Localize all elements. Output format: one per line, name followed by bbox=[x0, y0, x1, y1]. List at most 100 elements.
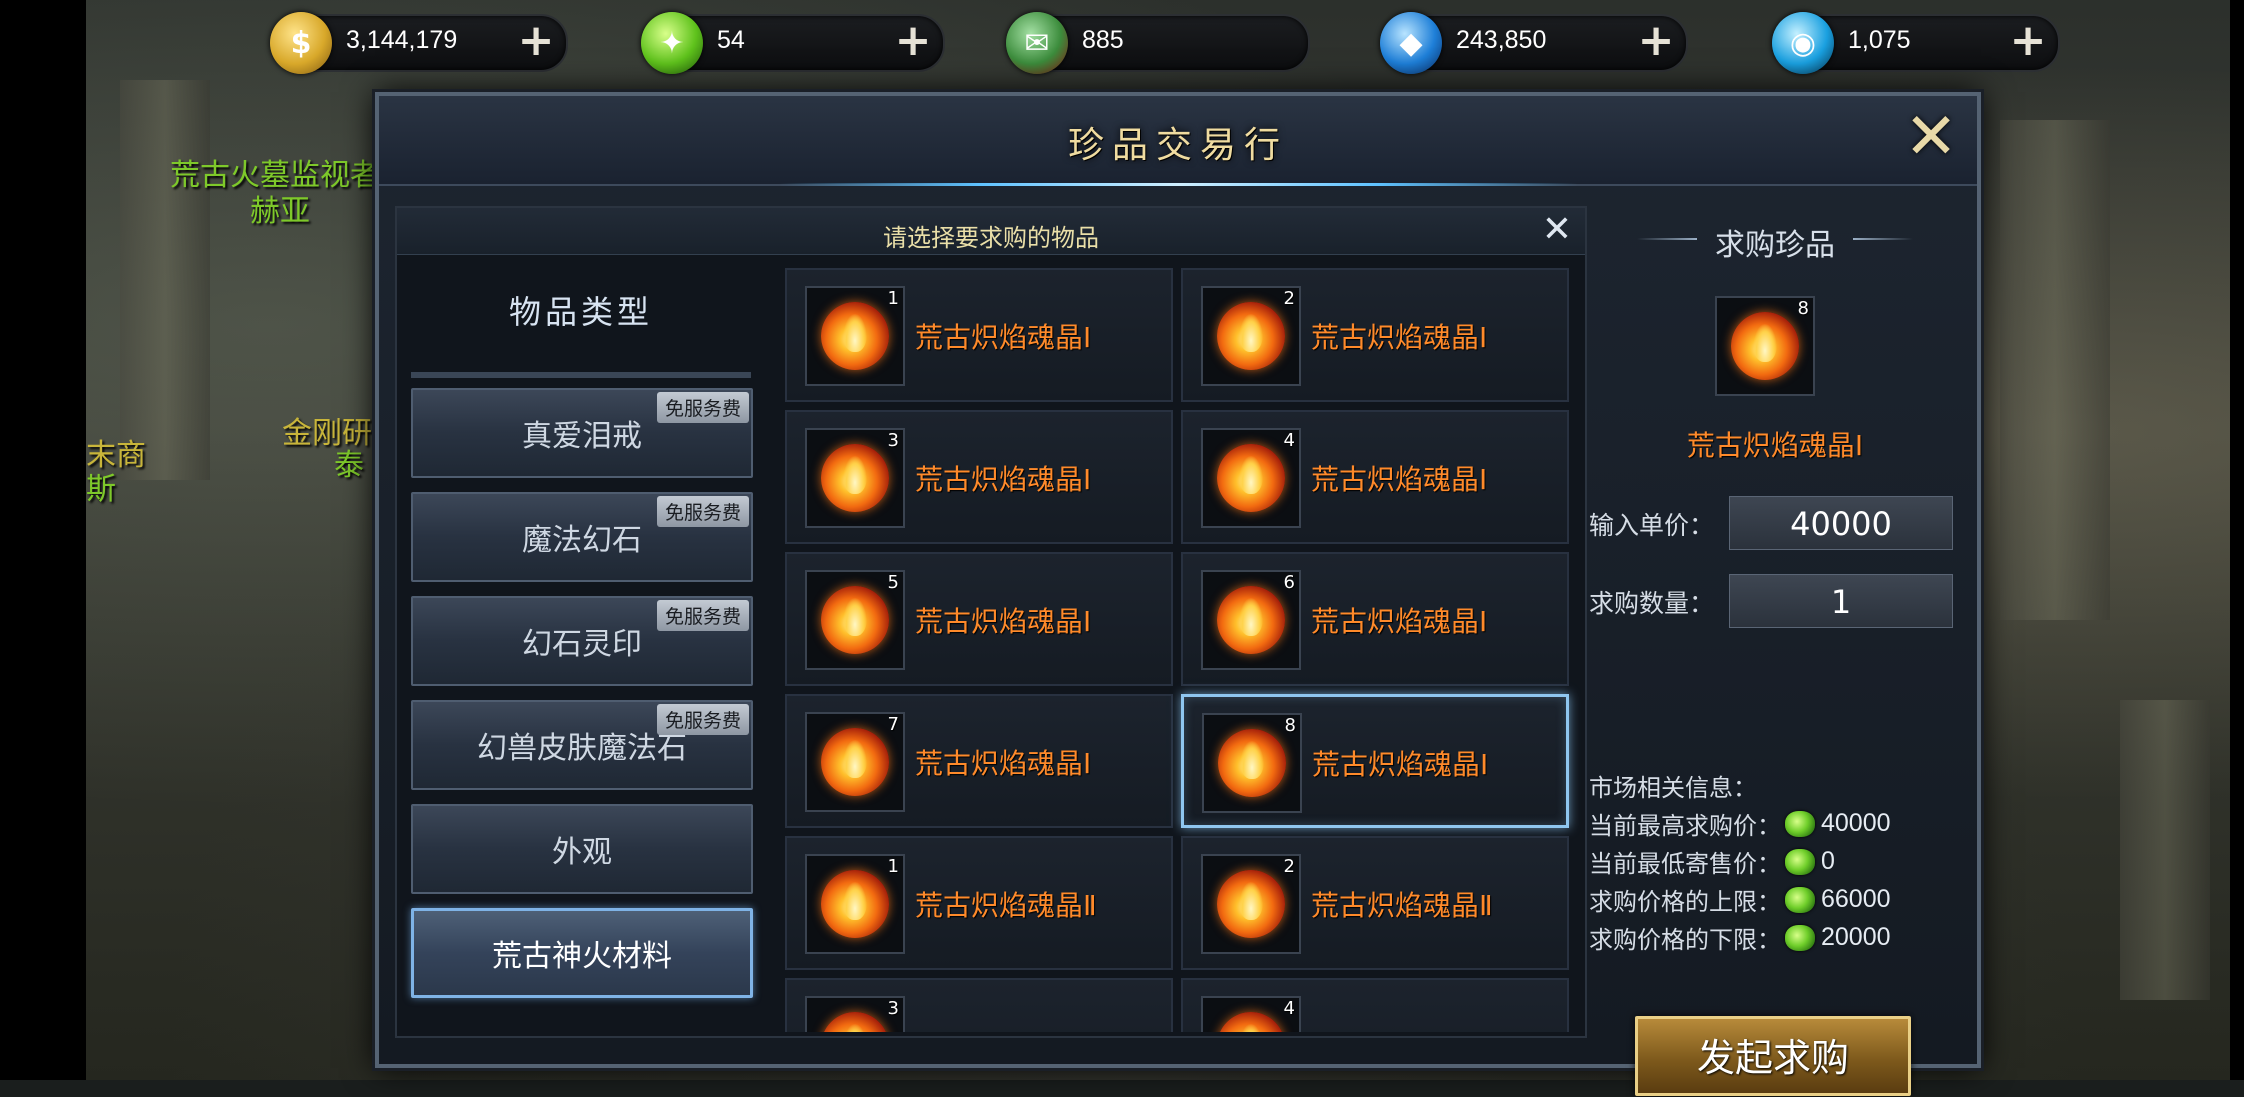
category-appearance[interactable]: 外观 bbox=[411, 804, 753, 894]
item-name: 荒古炽焰魂晶Ⅱ bbox=[915, 889, 1097, 922]
quantity-input[interactable]: 1 bbox=[1729, 574, 1953, 628]
fee-free-badge: 免服务费 bbox=[656, 392, 749, 423]
item-card[interactable]: 2 荒古炽焰魂晶Ⅰ bbox=[1181, 268, 1569, 402]
market-info-value: 20000 bbox=[1821, 923, 1891, 951]
item-name: 荒古炽焰魂晶Ⅰ bbox=[915, 747, 1092, 780]
add-currency-button[interactable]: + bbox=[516, 19, 556, 63]
item-name: 荒古炽焰魂晶Ⅰ bbox=[1312, 748, 1489, 781]
add-currency-button[interactable]: + bbox=[893, 19, 933, 63]
item-card[interactable]: 7 荒古炽焰魂晶Ⅰ bbox=[785, 694, 1173, 828]
close-selection-button[interactable]: ✕ bbox=[1539, 212, 1575, 248]
item-card[interactable]: 5 荒古炽焰魂晶Ⅰ bbox=[785, 552, 1173, 686]
fire-orb-icon bbox=[1217, 586, 1285, 654]
fire-soul-crystal-icon: 1 bbox=[805, 854, 905, 954]
green-gem-icon bbox=[1785, 848, 1815, 875]
fire-orb-icon bbox=[1217, 302, 1285, 370]
category-header: 物品类型 bbox=[411, 262, 751, 378]
item-card[interactable]: 2 荒古炽焰魂晶Ⅱ bbox=[1181, 836, 1569, 970]
unit-price-input[interactable]: 40000 bbox=[1729, 496, 1953, 550]
fire-soul-crystal-icon: 3 bbox=[805, 996, 905, 1032]
item-card-selected[interactable]: 8 荒古炽焰魂晶Ⅰ bbox=[1181, 694, 1569, 828]
title-ornament-right bbox=[1853, 238, 1913, 240]
item-name: 荒古炽焰魂晶Ⅰ bbox=[1311, 463, 1488, 496]
fire-soul-crystal-icon: 2 bbox=[1201, 286, 1301, 386]
blue-swirl-icon: ◉ bbox=[1772, 12, 1834, 74]
item-card[interactable]: 4 荒古炽焰魂晶Ⅰ bbox=[1181, 410, 1569, 544]
fee-free-badge: 免服务费 bbox=[656, 496, 749, 527]
item-card[interactable]: 1 荒古炽焰魂晶Ⅱ bbox=[785, 836, 1173, 970]
price-label: 输入单价： bbox=[1589, 511, 1715, 540]
fire-soul-crystal-icon: 7 bbox=[805, 712, 905, 812]
item-grade: 1 bbox=[887, 288, 899, 309]
stone-pillar bbox=[120, 80, 210, 480]
item-name: 荒古炽焰魂晶Ⅰ bbox=[915, 321, 1092, 354]
item-card[interactable]: 4 bbox=[1181, 978, 1569, 1032]
fire-soul-crystal-icon: 3 bbox=[805, 428, 905, 528]
category-ancient-fire-materials[interactable]: 荒古神火材料 bbox=[411, 908, 753, 998]
fire-orb-icon bbox=[1217, 1012, 1285, 1032]
item-card[interactable]: 3 bbox=[785, 978, 1173, 1032]
category-pet-skin-stone[interactable]: 幻兽皮肤魔法石 免服务费 bbox=[411, 700, 753, 790]
item-grade: 8 bbox=[1797, 298, 1809, 319]
treasure-trading-dialog: 珍品交易行 ✕ 请选择要求购的物品 ✕ 物品类型 真爱泪戒 免服务费 魔法幻石 … bbox=[375, 92, 1981, 1096]
item-name: 荒古炽焰魂晶Ⅱ bbox=[1311, 889, 1493, 922]
item-card[interactable]: 6 荒古炽焰魂晶Ⅰ bbox=[1181, 552, 1569, 686]
fire-soul-crystal-icon: 1 bbox=[805, 286, 905, 386]
item-grade: 7 bbox=[887, 714, 899, 735]
add-currency-button[interactable]: + bbox=[1636, 19, 1676, 63]
selected-item-icon: 8 bbox=[1715, 296, 1815, 396]
gold-coin-icon: $ bbox=[270, 12, 332, 74]
item-grade: 2 bbox=[1283, 856, 1295, 877]
item-name: 荒古炽焰魂晶Ⅰ bbox=[915, 605, 1092, 638]
item-card[interactable]: 1 荒古炽焰魂晶Ⅰ bbox=[785, 268, 1173, 402]
dialog-header: 珍品交易行 ✕ bbox=[379, 96, 1977, 186]
quantity-label: 求购数量： bbox=[1589, 589, 1715, 618]
green-gem-icon bbox=[1785, 886, 1815, 913]
item-card[interactable]: 3 荒古炽焰魂晶Ⅰ bbox=[785, 410, 1173, 544]
submit-purchase-button[interactable]: 发起求购 bbox=[1635, 1016, 1911, 1096]
npc-name[interactable]: 赫亚 bbox=[250, 186, 310, 230]
blue-crystal-icon: ◆ bbox=[1380, 12, 1442, 74]
category-label: 魔法幻石 bbox=[522, 523, 642, 558]
screen-left-bar bbox=[0, 0, 86, 1080]
fire-orb-icon bbox=[821, 728, 889, 796]
item-grade: 3 bbox=[887, 430, 899, 451]
market-info-label: 求购价格的上限： bbox=[1589, 888, 1781, 916]
fire-soul-crystal-icon: 4 bbox=[1201, 996, 1301, 1032]
close-dialog-button[interactable]: ✕ bbox=[1899, 105, 1963, 172]
item-name: 荒古炽焰魂晶Ⅰ bbox=[915, 463, 1092, 496]
item-grade: 2 bbox=[1283, 288, 1295, 309]
screen-right-bar bbox=[2230, 0, 2244, 1080]
fire-soul-crystal-icon: 6 bbox=[1201, 570, 1301, 670]
market-info-label: 求购价格的下限： bbox=[1589, 926, 1781, 954]
market-info-row: 求购价格的下限： 20000 bbox=[1589, 920, 1891, 955]
item-selection-panel: 请选择要求购的物品 ✕ 物品类型 真爱泪戒 免服务费 魔法幻石 免服务费 幻石灵… bbox=[395, 206, 1587, 1038]
currency-blue-swirl: ◉ 1,075 + bbox=[1772, 12, 2060, 74]
npc-name[interactable]: 斯 bbox=[86, 464, 116, 508]
stone-pillar bbox=[2120, 700, 2210, 1000]
fire-orb-icon bbox=[821, 302, 889, 370]
category-true-love-ring[interactable]: 真爱泪戒 免服务费 bbox=[411, 388, 753, 478]
category-label: 幻石灵印 bbox=[522, 627, 642, 662]
item-name: 荒古炽焰魂晶Ⅰ bbox=[1311, 605, 1488, 638]
red-ticket-icon: ✉ bbox=[1006, 12, 1068, 74]
item-grade: 6 bbox=[1283, 572, 1295, 593]
fire-orb-icon bbox=[1217, 444, 1285, 512]
item-grade: 5 bbox=[887, 572, 899, 593]
currency-value: 1,075 bbox=[1848, 26, 1911, 54]
market-info-value: 40000 bbox=[1821, 809, 1891, 837]
category-label: 外观 bbox=[552, 835, 612, 870]
item-name: 荒古炽焰魂晶Ⅰ bbox=[1311, 321, 1488, 354]
green-gem-icon bbox=[1785, 810, 1815, 837]
fire-orb-icon bbox=[1731, 312, 1799, 380]
purchase-title: 求购珍品 bbox=[1715, 228, 1835, 263]
category-stone-seal[interactable]: 幻石灵印 免服务费 bbox=[411, 596, 753, 686]
selection-panel-header: 请选择要求购的物品 ✕ bbox=[397, 208, 1585, 255]
add-currency-button[interactable]: + bbox=[2008, 19, 2048, 63]
npc-name[interactable]: 泰 bbox=[334, 440, 364, 484]
selection-prompt: 请选择要求购的物品 bbox=[883, 224, 1099, 252]
currency-value: 3,144,179 bbox=[346, 26, 458, 54]
category-magic-stone[interactable]: 魔法幻石 免服务费 bbox=[411, 492, 753, 582]
item-grid: 1 荒古炽焰魂晶Ⅰ 2 荒古炽焰魂晶Ⅰ 3 荒古炽焰魂晶Ⅰ 4 荒古炽焰魂晶Ⅰ … bbox=[777, 262, 1581, 1032]
market-info-row: 当前最高求购价： 40000 bbox=[1589, 806, 1891, 841]
